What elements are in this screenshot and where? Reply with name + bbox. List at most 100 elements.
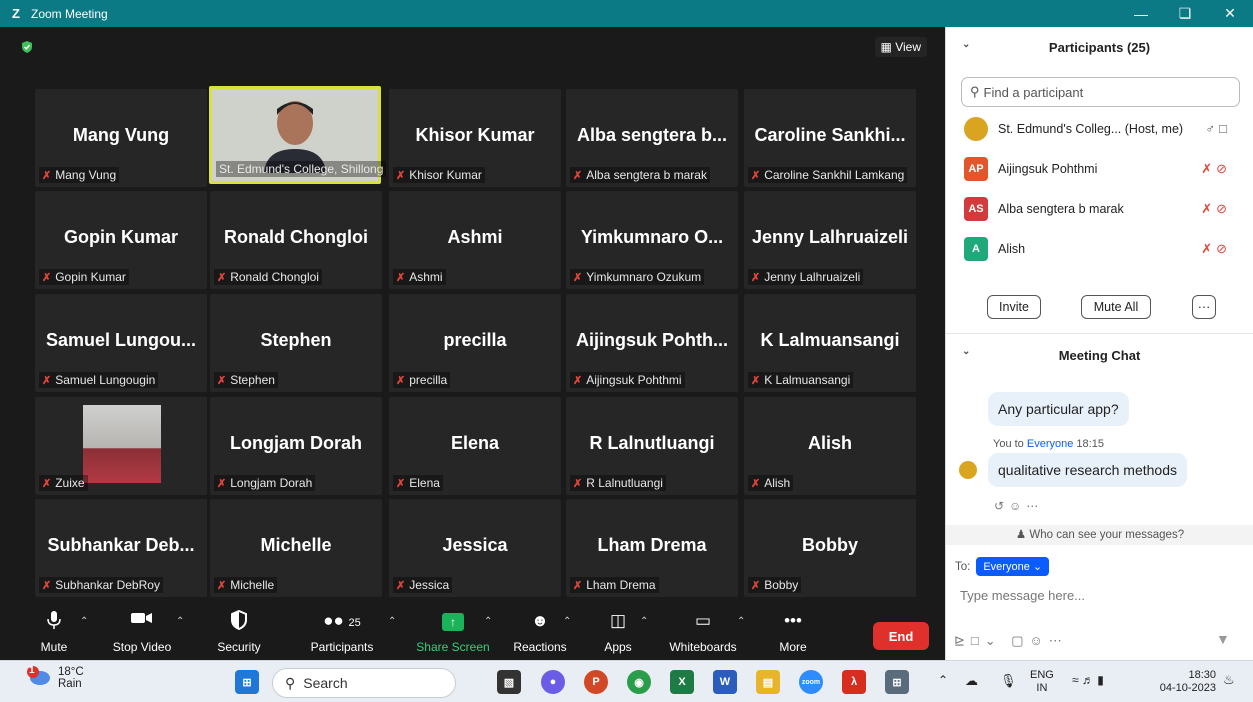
participant-search-input[interactable]: ⚲ Find a participant xyxy=(961,77,1240,107)
chat-message-input[interactable]: Type message here... xyxy=(960,588,1085,603)
windows-start-icon[interactable]: ⊞ xyxy=(235,670,259,694)
participants-button[interactable]: ●● 25 Participants xyxy=(306,610,378,654)
participant-tile[interactable]: Michelle ✗ Michelle xyxy=(210,499,382,597)
participant-tile[interactable]: Longjam Dorah ✗ Longjam Dorah xyxy=(210,397,382,495)
powerpoint-icon[interactable]: P xyxy=(584,670,608,694)
apps-caret-icon[interactable]: ⌃ xyxy=(640,616,648,627)
participant-display-name: Bobby xyxy=(802,535,858,555)
collapse-chat-chevron-icon[interactable]: ⌄ xyxy=(962,346,970,357)
excel-icon[interactable]: X xyxy=(670,670,694,694)
wifi-volume-battery-icons[interactable]: ≈ ♬ ▮ xyxy=(1072,674,1104,687)
zoom-taskbar-icon[interactable]: zoom xyxy=(799,670,823,694)
tray-microphone-icon[interactable]: 🎙 xyxy=(1000,674,1017,687)
reactions-button[interactable]: ☻ Reactions xyxy=(510,610,570,654)
stop-video-button[interactable]: Stop Video xyxy=(110,610,174,654)
muted-mic-icon: ✗ xyxy=(396,271,406,284)
muted-mic-icon: ✗ xyxy=(42,579,52,592)
whiteboards-button[interactable]: ▭ Whiteboards xyxy=(666,610,740,654)
muted-mic-icon: ✗ xyxy=(42,477,52,490)
clock[interactable]: 18:30 04-10-2023 xyxy=(1150,669,1216,695)
participant-list-item[interactable]: A Alish ✗⊘ xyxy=(946,229,1253,269)
muted-mic-icon: ✗ xyxy=(573,477,583,490)
participant-tile[interactable]: K Lalmuansangi ✗ K Lalmuansangi xyxy=(744,294,916,392)
more-button[interactable]: ••• More xyxy=(775,610,811,654)
participant-tile[interactable]: Ashmi ✗ Ashmi xyxy=(389,191,561,289)
who-can-see-messages[interactable]: ♟ Who can see your messages? xyxy=(946,525,1253,545)
mute-button[interactable]: Mute xyxy=(34,610,74,654)
collapse-participants-chevron-icon[interactable]: ⌄ xyxy=(962,39,970,50)
participant-tile[interactable]: Alba sengtera b... ✗ Alba sengtera b marak xyxy=(566,89,738,187)
calculator-icon[interactable]: ⊞ xyxy=(885,670,909,694)
participant-tile[interactable]: Stephen ✗ Stephen xyxy=(210,294,382,392)
participant-display-name: Alish xyxy=(807,433,852,453)
participant-name-label: ✗ Alba sengtera b marak xyxy=(570,167,710,183)
chat-message[interactable]: qualitative research methods xyxy=(988,453,1187,487)
view-button[interactable]: ▦ View xyxy=(874,37,927,57)
word-icon[interactable]: W xyxy=(713,670,737,694)
apps-button[interactable]: ◫ Apps xyxy=(598,610,638,654)
participant-tile[interactable]: Aijingsuk Pohth... ✗ Aijingsuk Pohthmi xyxy=(566,294,738,392)
share-screen-button[interactable]: ↑ Share Screen xyxy=(414,610,492,654)
mute-all-button[interactable]: Mute All xyxy=(1081,295,1151,319)
acrobat-icon[interactable]: λ xyxy=(842,670,866,694)
onedrive-cloud-icon[interactable]: ☁ xyxy=(965,674,978,687)
encryption-shield-icon[interactable] xyxy=(20,40,34,54)
taskbar-search[interactable]: ⚲ Search xyxy=(272,668,456,698)
participant-list-item[interactable]: AP Aijingsuk Pohthmi ✗⊘ xyxy=(946,149,1253,189)
chat-format-tools[interactable]: ⊵□⌄ ▢☺⋯ xyxy=(954,633,1068,649)
send-icon[interactable]: ▼ xyxy=(1216,631,1230,647)
participant-tile[interactable]: Khisor Kumar ✗ Khisor Kumar xyxy=(389,89,561,187)
participant-tile[interactable]: Ronald Chongloi ✗ Ronald Chongloi xyxy=(210,191,382,289)
video-options-caret-icon[interactable]: ⌃ xyxy=(176,616,184,627)
security-button[interactable]: Security xyxy=(212,609,266,654)
language-indicator[interactable]: ENG IN xyxy=(1030,669,1054,695)
participant-tile[interactable]: ✗ Zuixe xyxy=(35,397,207,495)
participant-profile-photo xyxy=(83,405,161,483)
participants-title: Participants (25) xyxy=(1048,39,1151,55)
teams-chat-icon[interactable]: ● xyxy=(541,670,565,694)
show-hidden-icons-chevron-icon[interactable]: ⌃ xyxy=(938,674,948,687)
participant-tile[interactable]: Caroline Sankhi... ✗ Caroline Sankhil Lamk… xyxy=(744,89,916,187)
minimize-icon[interactable]: — xyxy=(1118,0,1164,27)
video-camera-icon xyxy=(110,610,174,632)
participant-tile[interactable]: St. Edmund's College, Shillong xyxy=(209,86,387,184)
participant-tile[interactable]: Bobby ✗ Bobby xyxy=(744,499,916,597)
chat-message[interactable]: Any particular app? xyxy=(988,392,1129,426)
participant-tile[interactable]: Gopin Kumar ✗ Gopin Kumar xyxy=(35,191,207,289)
participants-header: ⌄ Participants (25) xyxy=(946,27,1253,67)
participant-tile[interactable]: precilla ✗ precilla xyxy=(389,294,561,392)
participant-name-label: ✗ Gopin Kumar xyxy=(39,269,129,285)
file-explorer-icon[interactable]: ▤ xyxy=(756,670,780,694)
recipient-dropdown[interactable]: Everyone ⌄ xyxy=(976,557,1050,576)
reactions-caret-icon[interactable]: ⌃ xyxy=(563,616,571,627)
participant-tile[interactable]: Lham Drema ✗ Lham Drema xyxy=(566,499,738,597)
participant-list-item[interactable]: AS Alba sengtera b marak ✗⊘ xyxy=(946,189,1253,229)
participant-tile[interactable]: Subhankar Deb... ✗ Subhankar DebRoy xyxy=(35,499,207,597)
participant-tile[interactable]: Alish ✗ Alish xyxy=(744,397,916,495)
participant-tile[interactable]: Jenny Lalhruaizeli ✗ Jenny Lalhruaizeli xyxy=(744,191,916,289)
restore-icon[interactable]: ❏ xyxy=(1162,0,1208,27)
mute-options-caret-icon[interactable]: ⌃ xyxy=(80,616,88,627)
muted-mic-icon: ✗ xyxy=(751,374,761,387)
participant-tile[interactable]: Mang Vung ✗ Mang Vung xyxy=(35,89,207,187)
participant-tile[interactable]: R Lalnutluangi ✗ R Lalnutluangi xyxy=(566,397,738,495)
whiteboards-caret-icon[interactable]: ⌃ xyxy=(737,616,745,627)
end-meeting-button[interactable]: End xyxy=(873,622,929,650)
close-icon[interactable]: ✕ xyxy=(1207,0,1253,27)
participant-list[interactable]: St. Edmund's Colleg... (Host, me) ♂□ AP Aij… xyxy=(946,109,1253,279)
task-view-icon[interactable]: ▧ xyxy=(497,670,521,694)
participants-caret-icon[interactable]: ⌃ xyxy=(388,616,396,627)
participant-list-item[interactable]: St. Edmund's Colleg... (Host, me) ♂□ xyxy=(946,109,1253,149)
more-options-button[interactable]: ··· xyxy=(1192,295,1216,319)
participant-tile[interactable]: Yimkumnaro O... ✗ Yimkumnaro Ozukum xyxy=(566,191,738,289)
chrome-icon[interactable]: ◉ xyxy=(627,670,651,694)
share-caret-icon[interactable]: ⌃ xyxy=(484,616,492,627)
invite-button[interactable]: Invite xyxy=(987,295,1041,319)
participant-tile[interactable]: Samuel Lungou... ✗ Samuel Lungougin xyxy=(35,294,207,392)
muted-mic-icon: ✗ xyxy=(396,169,406,182)
message-reaction-icons[interactable]: ↺☺⋯ xyxy=(994,499,1043,513)
participant-tile[interactable]: Jessica ✗ Jessica xyxy=(389,499,561,597)
weather-widget[interactable]: 1 18°C Rain xyxy=(26,665,84,691)
participant-tile[interactable]: Elena ✗ Elena xyxy=(389,397,561,495)
notification-bell-icon[interactable]: ♨ xyxy=(1223,673,1235,686)
